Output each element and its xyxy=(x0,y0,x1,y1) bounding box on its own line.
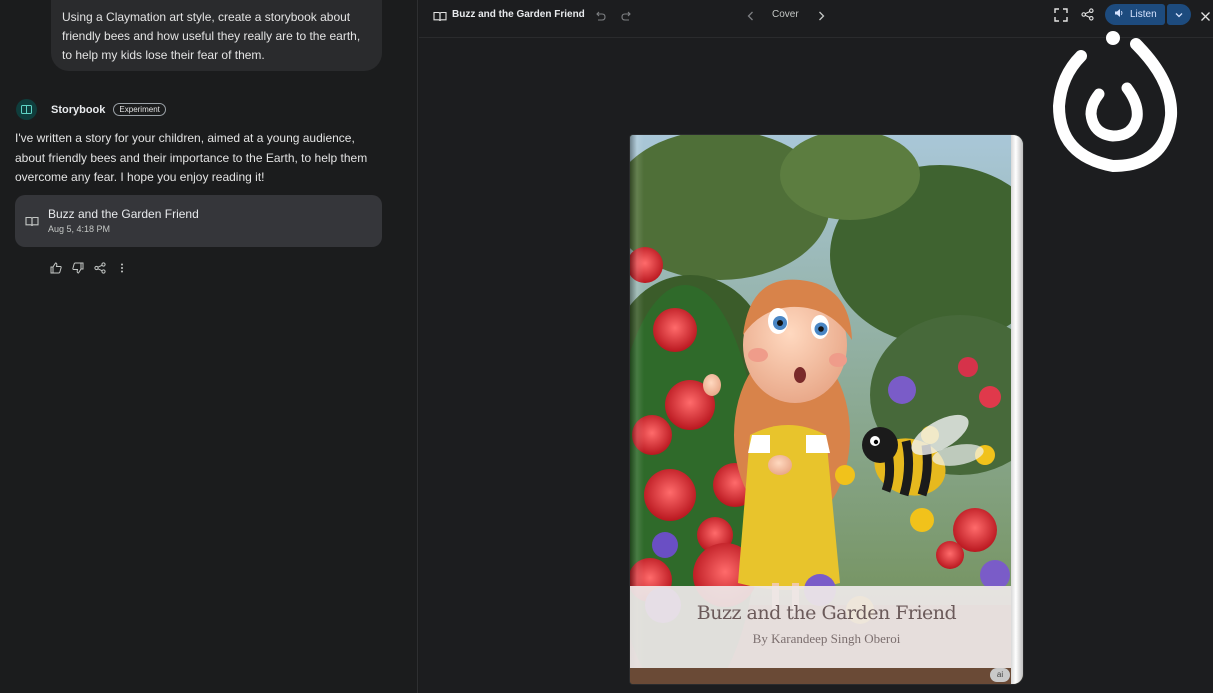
agent-name: Storybook xyxy=(51,103,106,116)
chevron-left-icon[interactable] xyxy=(746,9,756,27)
fullscreen-icon[interactable] xyxy=(1054,8,1068,27)
book-cover[interactable]: Buzz and the Garden Friend By Karandeep … xyxy=(630,135,1023,684)
agent-response-text: I've written a story for your children, … xyxy=(15,131,368,184)
user-prompt-bubble: Using a Claymation art style, create a s… xyxy=(51,0,382,71)
storybook-viewer: Buzz and the Garden Friend Cover Listen xyxy=(419,0,1213,693)
card-title: Buzz and the Garden Friend xyxy=(48,207,199,221)
cover-title-band xyxy=(630,586,1011,668)
undo-icon[interactable] xyxy=(594,9,606,27)
redo-icon[interactable] xyxy=(621,9,633,27)
share-icon[interactable] xyxy=(94,262,106,274)
chevron-down-icon xyxy=(1174,6,1184,24)
chat-panel: Using a Claymation art style, create a s… xyxy=(0,0,418,693)
cover-bottom xyxy=(630,668,1011,684)
storybook-card[interactable]: Buzz and the Garden Friend Aug 5, 4:18 P… xyxy=(15,195,382,247)
listen-split-button: Listen xyxy=(1105,4,1191,25)
thumbs-up-icon[interactable] xyxy=(50,262,62,274)
watermark-logo-icon xyxy=(1052,31,1178,173)
close-icon[interactable] xyxy=(1200,9,1211,27)
share-icon[interactable] xyxy=(1081,8,1094,26)
listen-button[interactable]: Listen xyxy=(1105,4,1165,25)
experiment-badge: Experiment xyxy=(113,103,166,116)
thumbs-down-icon[interactable] xyxy=(72,262,84,274)
storybook-avatar-icon xyxy=(16,99,37,120)
viewer-title: Buzz and the Garden Friend xyxy=(452,9,585,20)
ai-badge: ai xyxy=(990,668,1010,682)
book-title: Buzz and the Garden Friend xyxy=(696,602,957,624)
agent-header: Storybook Experiment xyxy=(16,99,166,120)
book-icon xyxy=(433,9,447,27)
more-vert-icon[interactable] xyxy=(116,262,128,274)
listen-label: Listen xyxy=(1130,9,1157,20)
card-date: Aug 5, 4:18 PM xyxy=(48,224,111,234)
listen-options-button[interactable] xyxy=(1167,4,1191,25)
page-indicator: Cover xyxy=(772,9,799,20)
book-icon xyxy=(25,214,39,232)
speaker-icon xyxy=(1114,8,1124,21)
feedback-row xyxy=(50,262,128,274)
book-author: By Karandeep Singh Oberoi xyxy=(752,631,901,646)
chevron-right-icon[interactable] xyxy=(816,9,826,27)
